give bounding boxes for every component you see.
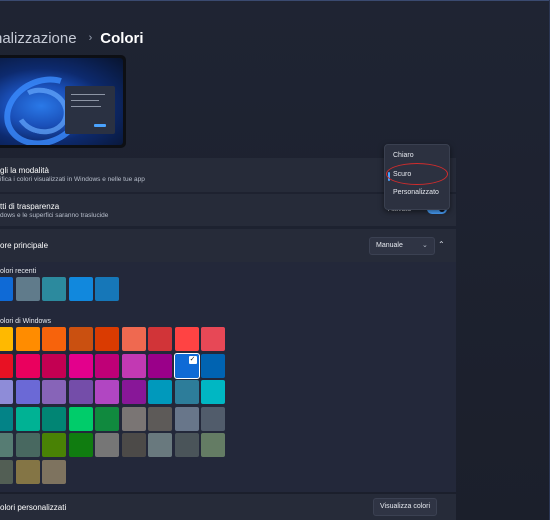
windows-color-swatch[interactable] — [42, 406, 66, 431]
recent-color-swatch[interactable] — [42, 277, 66, 301]
preview-window — [65, 86, 115, 134]
windows-color-swatch[interactable] — [95, 406, 119, 431]
windows-color-swatch[interactable] — [0, 380, 13, 404]
windows-color-swatch[interactable] — [95, 327, 119, 351]
window-top-border — [0, 0, 550, 1]
chevron-down-icon: ⌄ — [422, 242, 428, 249]
page-title: nalizzazione › Colori — [0, 28, 144, 48]
recent-color-swatch[interactable] — [15, 277, 40, 301]
preview-line — [71, 94, 105, 95]
preview-accent-button — [94, 124, 106, 127]
windows-color-swatch[interactable] — [121, 433, 146, 457]
recent-colors-title: olori recenti — [0, 268, 37, 275]
windows-color-swatch[interactable] — [174, 380, 199, 404]
windows-color-swatch[interactable] — [121, 380, 146, 404]
windows-color-swatch[interactable] — [201, 380, 225, 404]
windows-color-swatch[interactable] — [15, 380, 40, 404]
accent-title: ore principale — [0, 241, 49, 250]
windows-color-swatch[interactable] — [42, 327, 66, 351]
view-colors-label: Visualizza colori — [380, 503, 431, 510]
windows-color-swatch[interactable] — [95, 433, 119, 457]
recent-color-swatch[interactable] — [95, 277, 119, 301]
recent-color-swatch[interactable] — [68, 277, 93, 301]
windows-color-swatch[interactable] — [0, 406, 13, 431]
custom-colors-title: olori personalizzati — [0, 503, 67, 512]
breadcrumb-separator-icon: › — [88, 32, 93, 44]
checkmark-icon: ✓ — [188, 355, 197, 364]
windows-color-swatch[interactable] — [201, 406, 225, 431]
windows-color-swatch[interactable] — [95, 380, 119, 404]
windows-color-swatch[interactable] — [0, 459, 13, 484]
accent-mode-dropdown[interactable]: Manuale ⌄ — [369, 237, 435, 255]
windows-color-swatch[interactable] — [0, 353, 13, 378]
windows-color-swatch[interactable] — [15, 433, 40, 457]
preview-wallpaper — [0, 58, 123, 145]
settings-window: nalizzazione › Colori gli la modalità if… — [0, 0, 550, 520]
menu-item-chiaro[interactable]: Chiaro — [393, 152, 414, 159]
windows-color-swatch[interactable] — [148, 406, 172, 431]
windows-color-swatch[interactable] — [68, 406, 93, 431]
windows-color-swatch[interactable] — [42, 353, 66, 378]
windows-color-swatch[interactable] — [121, 353, 146, 378]
windows-color-swatch[interactable] — [0, 433, 13, 457]
windows-color-swatch[interactable] — [15, 406, 40, 431]
mode-subtitle: ifica i colori visualizzati in Windows e… — [0, 176, 145, 183]
windows-color-swatch[interactable] — [148, 380, 172, 404]
windows-color-swatch[interactable] — [15, 327, 40, 351]
transparency-subtitle: dows e le superfici saranno traslucide — [0, 212, 109, 219]
breadcrumb-parent[interactable]: nalizzazione — [0, 30, 77, 47]
windows-color-swatch[interactable] — [15, 459, 40, 484]
windows-color-swatch[interactable] — [42, 433, 66, 457]
windows-color-swatch[interactable] — [68, 433, 93, 457]
windows-color-swatch[interactable] — [148, 433, 172, 457]
windows-color-swatch[interactable] — [201, 433, 225, 457]
windows-color-swatch[interactable] — [121, 327, 146, 351]
recent-color-swatch[interactable] — [0, 277, 13, 301]
preview-line — [71, 100, 99, 101]
windows-color-swatch[interactable] — [68, 353, 93, 378]
view-colors-button[interactable]: Visualizza colori — [373, 498, 437, 516]
windows-color-swatch[interactable] — [174, 406, 199, 431]
windows-color-swatch[interactable] — [0, 327, 13, 351]
preview-line — [71, 106, 101, 107]
windows-color-swatch[interactable] — [201, 327, 225, 351]
windows-color-swatch[interactable] — [42, 459, 66, 484]
windows-color-swatch[interactable] — [42, 380, 66, 404]
windows-color-swatch[interactable] — [148, 353, 172, 378]
accent-mode-value: Manuale — [376, 242, 403, 249]
windows-color-swatch[interactable] — [174, 327, 199, 351]
windows-color-swatch[interactable] — [68, 327, 93, 351]
windows-color-swatch[interactable] — [174, 433, 199, 457]
transparency-title: tti di trasparenza — [0, 202, 60, 211]
annotation-circle — [386, 163, 448, 185]
chevron-up-icon[interactable]: ⌃ — [438, 240, 445, 249]
windows-color-swatch[interactable] — [201, 353, 225, 378]
windows-color-swatch[interactable] — [15, 353, 40, 378]
windows-color-swatch[interactable] — [68, 380, 93, 404]
windows-color-swatch[interactable] — [148, 327, 172, 351]
windows-color-swatch[interactable] — [95, 353, 119, 378]
windows-colors-title: olori di Windows — [0, 318, 51, 325]
menu-item-personalizzato[interactable]: Personalizzato — [393, 189, 439, 196]
mode-title: gli la modalità — [0, 166, 49, 175]
windows-color-swatch[interactable] — [121, 406, 146, 431]
theme-preview — [0, 55, 126, 148]
breadcrumb-current: Colori — [100, 29, 144, 47]
windows-color-swatch[interactable]: ✓ — [173, 352, 200, 379]
